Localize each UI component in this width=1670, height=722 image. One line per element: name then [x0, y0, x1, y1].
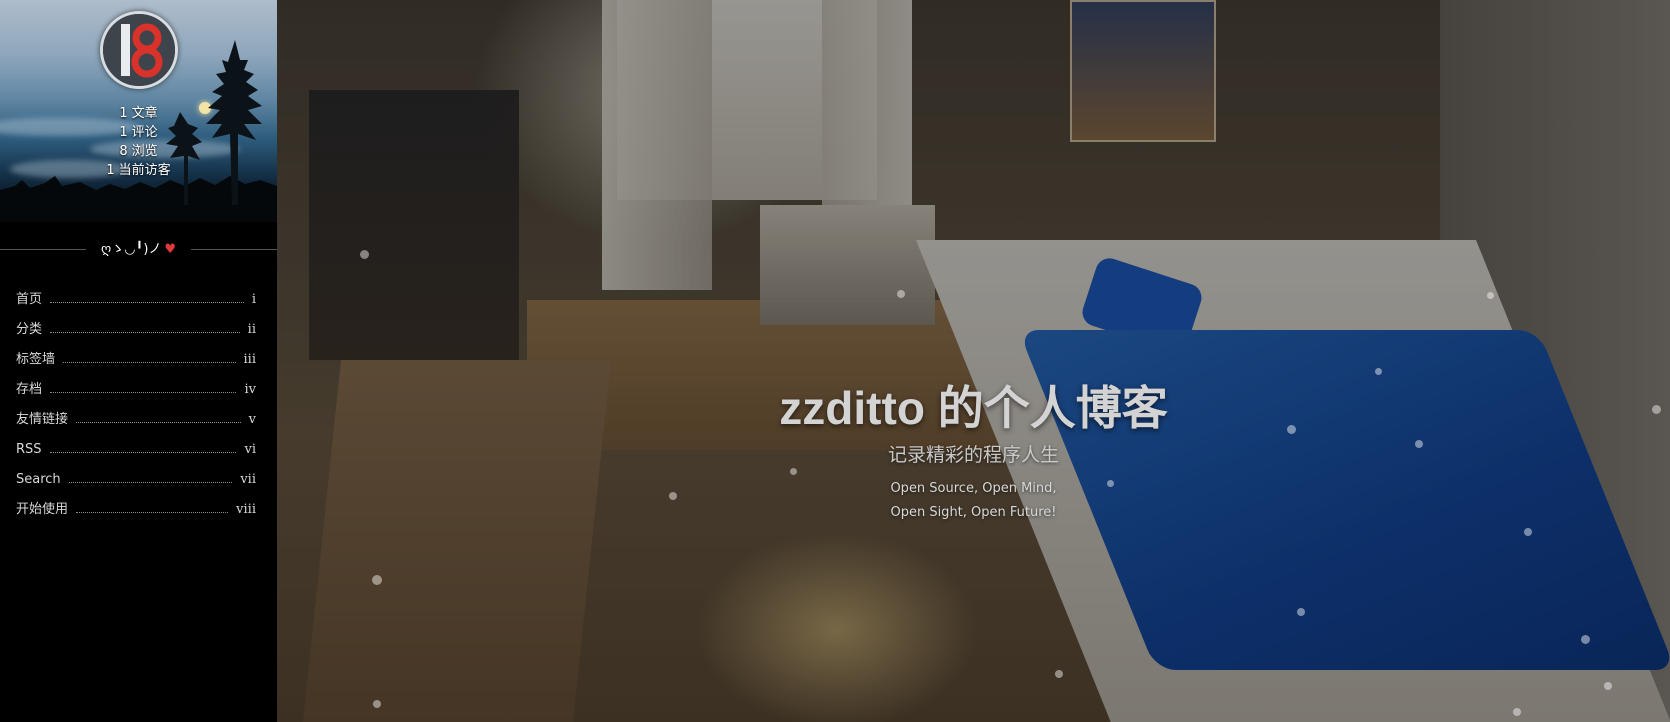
- blog-title: zzditto 的个人博客: [779, 382, 1168, 434]
- hero-banner: zzditto 的个人博客 记录精彩的程序人生 Open Source, Ope…: [277, 0, 1670, 722]
- stat-articles: 1 文章: [119, 106, 158, 121]
- stat-views: 8 浏览: [119, 144, 158, 159]
- menu-item-categories[interactable]: 分类 ii: [16, 307, 256, 337]
- stat-visitors: 1 当前访客: [106, 163, 171, 178]
- sidebar-menu: 首页 i 分类 ii 标签墙 iii 存档 iv 友情链接 v RSS vi Search v…: [16, 277, 256, 517]
- menu-item-rss[interactable]: RSS vi: [16, 427, 256, 457]
- menu-item-get-started[interactable]: 开始使用 viii: [16, 487, 256, 517]
- heart-icon: ♥: [164, 242, 177, 257]
- blog-motto: Open Source, Open Mind, Open Sight, Open…: [277, 477, 1670, 525]
- motto-line-2: Open Sight, Open Future!: [890, 505, 1057, 520]
- avatar[interactable]: [100, 11, 178, 89]
- stat-comments: 1 评论: [119, 125, 158, 140]
- menu-item-search[interactable]: Search vii: [16, 457, 256, 487]
- sidebar-divider: ღゝ◡╹)ノ ♥: [0, 240, 277, 260]
- site-stats: 1 文章 1 评论 8 浏览 1 当前访客: [0, 104, 277, 180]
- blog-subtitle: 记录精彩的程序人生: [887, 444, 1059, 466]
- logo-icon: [103, 14, 175, 86]
- menu-item-links[interactable]: 友情链接 v: [16, 397, 256, 427]
- menu-item-archive[interactable]: 存档 iv: [16, 367, 256, 397]
- motto-line-1: Open Source, Open Mind,: [890, 481, 1057, 496]
- menu-item-tags[interactable]: 标签墙 iii: [16, 337, 256, 367]
- menu-item-home[interactable]: 首页 i: [16, 277, 256, 307]
- divider-kaomoji: ღゝ◡╹)ノ: [100, 242, 162, 257]
- sidebar: 1 文章 1 评论 8 浏览 1 当前访客 ღゝ◡╹)ノ ♥ 首页 i 分类 ii 标签墙 ii…: [0, 0, 277, 722]
- sidebar-header-background: 1 文章 1 评论 8 浏览 1 当前访客: [0, 0, 277, 222]
